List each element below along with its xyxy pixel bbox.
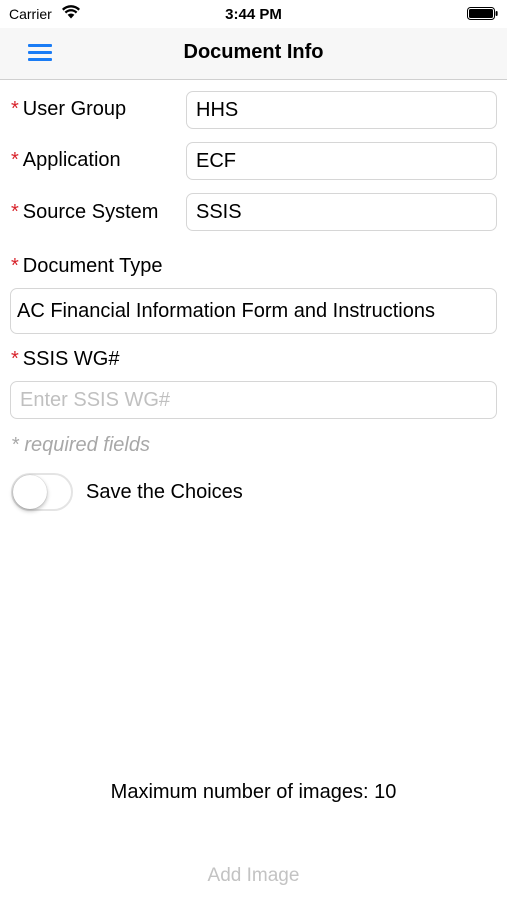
save-choices-label: Save the Choices [86,481,243,503]
toggle-knob [13,475,47,509]
status-bar: Carrier 3:44 PM [0,0,507,28]
required-marker: * [11,348,19,370]
save-choices-toggle[interactable] [11,473,73,511]
source-system-field[interactable]: SSIS [186,193,497,231]
battery-icon [467,7,498,20]
required-fields-note: * required fields [11,434,150,456]
ssis-wg-label-text: SSIS WG# [22,348,120,370]
ssis-wg-input[interactable]: Enter SSIS WG# [10,381,497,419]
ssis-wg-label: * SSIS WG# [11,348,120,371]
required-marker: * [11,255,19,277]
user-group-label-text: User Group [22,98,127,120]
user-group-field[interactable]: HHS [186,91,497,129]
required-marker: * [11,98,19,120]
application-label: * Application [11,149,121,172]
document-type-label-text: Document Type [22,255,163,277]
max-images-label: Maximum number of images: 10 [110,781,397,803]
application-label-text: Application [22,149,121,171]
status-time: 3:44 PM [225,6,282,23]
required-marker: * [11,149,19,171]
page-title: Document Info [183,41,324,63]
add-image-button[interactable]: Add Image [0,865,507,887]
user-group-label: * User Group [11,98,126,121]
source-system-label-text: Source System [22,201,159,223]
navigation-bar: Document Info [0,28,507,80]
required-marker: * [11,201,19,223]
application-field[interactable]: ECF [186,142,497,180]
source-system-label: * Source System [11,201,158,224]
document-type-field[interactable]: AC Financial Information Form and Instru… [10,288,497,334]
document-type-label: * Document Type [11,255,163,278]
